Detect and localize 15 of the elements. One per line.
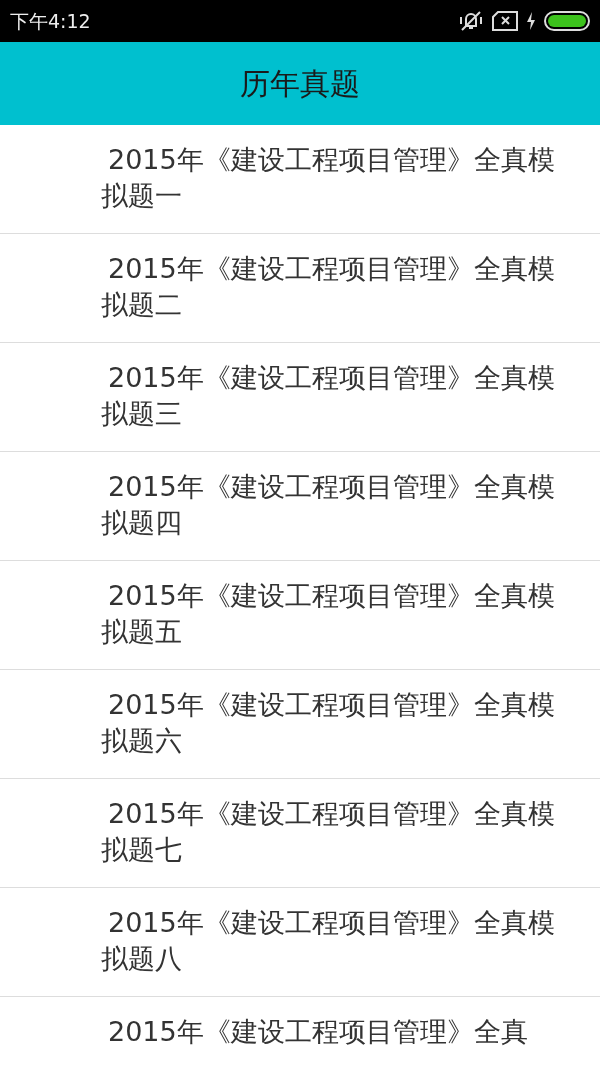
list-item[interactable]: 2015年《建设工程项目管理》全真模拟题八 bbox=[101, 905, 556, 977]
charging-icon bbox=[526, 12, 536, 30]
list-item[interactable]: 2015年《建设工程项目管理》全真模拟题五 bbox=[101, 578, 556, 650]
list-item[interactable]: 2015年《建设工程项目管理》全真模拟题六 bbox=[101, 687, 556, 759]
page-title: 历年真题 bbox=[240, 65, 360, 103]
status-time: 下午4:12 bbox=[10, 8, 91, 34]
list-item[interactable]: 2015年《建设工程项目管理》全真模拟题四 bbox=[101, 469, 556, 541]
list-item[interactable]: 2015年《建设工程项目管理》全真模拟题二 bbox=[101, 251, 556, 323]
vibrate-off-icon bbox=[458, 10, 484, 32]
list-item[interactable]: 2015年《建设工程项目管理》全真模拟题七 bbox=[101, 796, 556, 868]
list-item[interactable]: 2015年《建设工程项目管理》全真 bbox=[101, 1014, 556, 1050]
list-item[interactable]: 2015年《建设工程项目管理》全真模拟题一 bbox=[101, 142, 556, 214]
battery-icon bbox=[544, 11, 590, 31]
sim-error-icon bbox=[492, 11, 518, 31]
list-item[interactable]: 2015年《建设工程项目管理》全真模拟题三 bbox=[101, 360, 556, 432]
